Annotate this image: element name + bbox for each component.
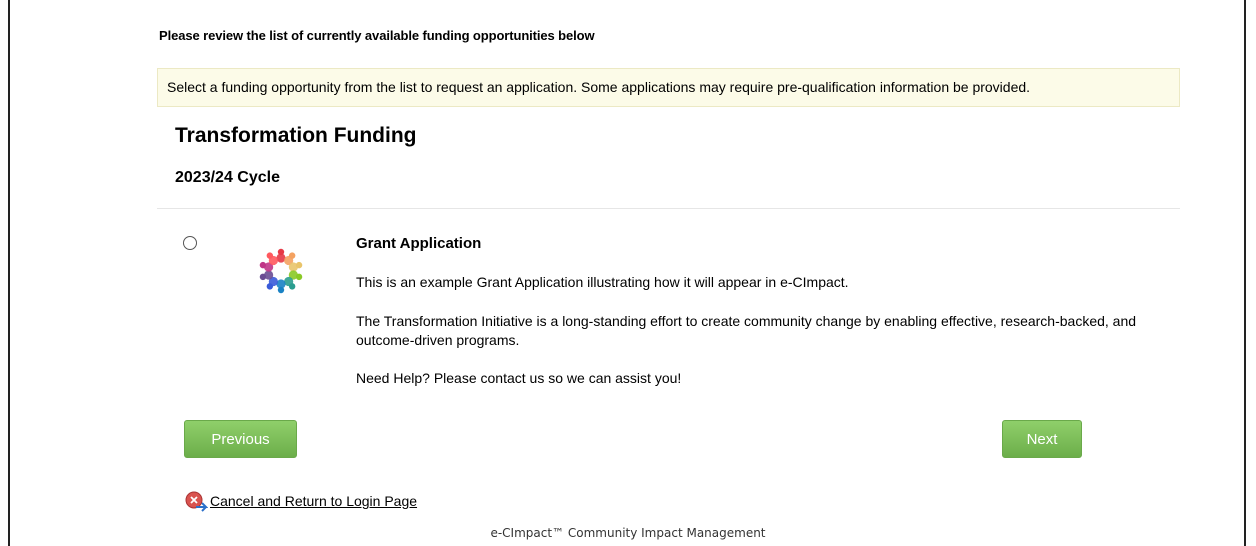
next-button[interactable]: Next [1002,420,1082,458]
cancel-return-label: Cancel and Return to Login Page [210,493,418,509]
opportunity-help-text: Need Help? Please contact us so we can a… [356,370,682,386]
intro-heading: Please review the list of currently avai… [159,28,595,43]
cancel-return-icon [185,491,208,512]
opportunity-radio[interactable] [183,236,197,250]
people-circle-logo-icon [259,248,303,294]
cancel-return-link[interactable]: Cancel and Return to Login Page [184,490,417,512]
program-title: Transformation Funding [175,124,417,147]
info-banner: Select a funding opportunity from the li… [157,68,1180,107]
footer-text: e-CImpact™ Community Impact Management [490,526,766,540]
opportunity-description-1: This is an example Grant Application ill… [356,274,849,290]
opportunity-description-2: The Transformation Initiative is a long-… [356,313,1137,348]
cycle-title: 2023/24 Cycle [175,169,280,186]
section-divider [157,208,1180,209]
previous-button[interactable]: Previous [184,420,297,458]
opportunity-title: Grant Application [356,235,482,252]
